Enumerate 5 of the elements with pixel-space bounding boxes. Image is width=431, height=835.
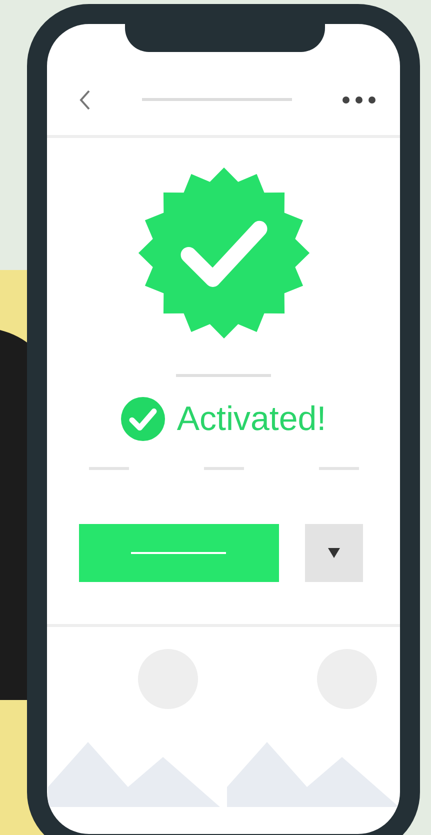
more-icon[interactable] [342, 96, 376, 104]
back-icon[interactable] [79, 88, 91, 110]
status-text: Activated! [176, 400, 326, 438]
check-circle-icon [120, 397, 165, 441]
caret-down-icon [328, 548, 340, 558]
